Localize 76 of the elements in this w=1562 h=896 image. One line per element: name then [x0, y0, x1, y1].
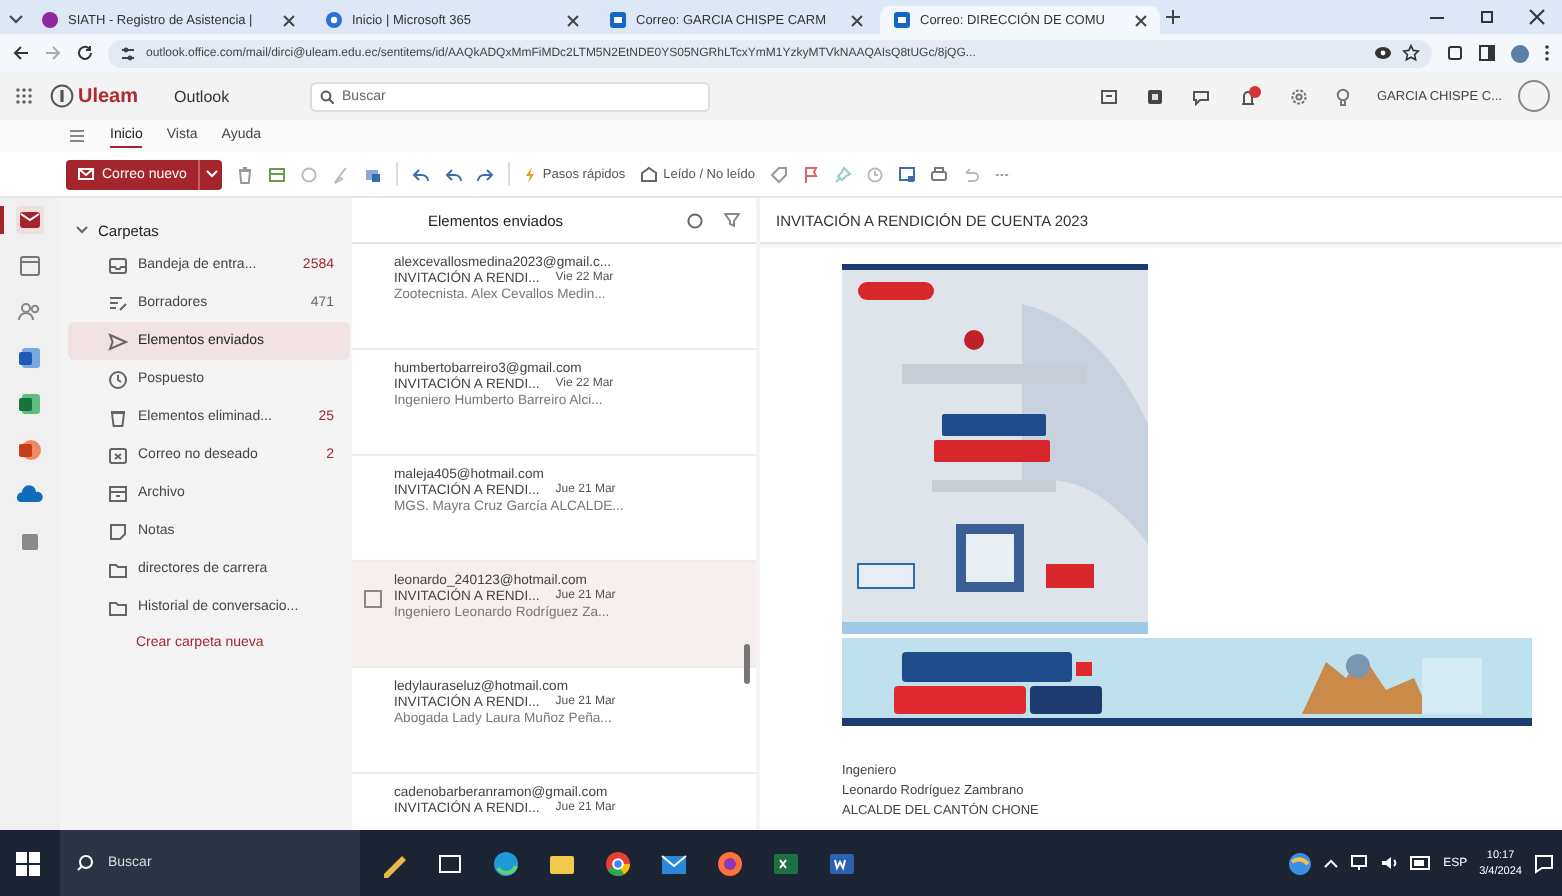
notifications-icon[interactable]	[1534, 853, 1554, 873]
close-icon[interactable]	[282, 13, 296, 27]
search-icon	[320, 89, 335, 103]
app-name: Outlook	[174, 87, 232, 105]
forward-icon[interactable]	[476, 165, 495, 183]
mail-icon	[78, 168, 94, 180]
chevron-icon[interactable]	[76, 224, 88, 236]
select-icon[interactable]	[686, 211, 704, 229]
people-icon[interactable]	[16, 298, 44, 326]
task-view-icon[interactable]	[436, 849, 464, 877]
junk-icon	[108, 445, 128, 465]
logo-icon	[50, 84, 74, 108]
scrollbar[interactable]	[744, 644, 750, 684]
lightbulb-icon[interactable]	[1335, 87, 1349, 105]
firefox-icon[interactable]	[716, 849, 744, 877]
more-icon[interactable]	[1544, 44, 1550, 62]
site-settings-icon[interactable]	[120, 45, 136, 61]
eye-icon[interactable]	[1374, 46, 1392, 60]
caret-icon[interactable]	[1323, 858, 1338, 868]
mail-icon	[892, 10, 912, 30]
filter-icon[interactable]	[724, 212, 740, 228]
chat-icon[interactable]	[1191, 87, 1209, 105]
powerpoint-icon[interactable]	[16, 436, 44, 464]
ring-icon	[324, 10, 344, 30]
star-icon[interactable]	[1402, 44, 1420, 62]
menu-icon[interactable]	[68, 128, 86, 144]
avatar[interactable]	[1518, 80, 1550, 112]
profile-icon[interactable]	[1510, 43, 1530, 63]
clock-icon	[108, 369, 128, 389]
calendar-icon[interactable]	[16, 252, 44, 280]
mail-icon[interactable]	[16, 206, 44, 234]
restore-icon[interactable]	[1478, 8, 1496, 26]
print-icon[interactable]	[929, 165, 948, 183]
logo-text: Uleam	[78, 85, 139, 107]
archive-icon	[108, 483, 128, 503]
move-icon[interactable]	[364, 165, 383, 183]
delete-icon[interactable]	[236, 165, 255, 183]
mail-icon[interactable]	[660, 849, 688, 877]
globe-icon[interactable]	[1287, 851, 1312, 875]
speaker-icon[interactable]	[1379, 854, 1398, 872]
lightning-icon	[524, 165, 537, 183]
dropdown-button[interactable]	[198, 159, 223, 189]
reload-icon[interactable]	[76, 44, 94, 62]
tab-menu-icon[interactable]	[8, 9, 24, 25]
new-tab-icon[interactable]	[1164, 8, 1182, 26]
tag-icon[interactable]	[769, 165, 788, 183]
checkbox[interactable]	[364, 590, 382, 608]
drafts-icon	[108, 293, 128, 313]
sent-icon	[108, 331, 128, 351]
extensions-icon[interactable]	[1446, 44, 1464, 62]
settings-icon[interactable]	[1289, 87, 1307, 105]
note-icon	[108, 521, 128, 541]
close-icon[interactable]	[566, 13, 580, 27]
close-icon[interactable]	[1528, 8, 1546, 26]
inbox-icon	[108, 255, 128, 275]
bell-icon[interactable]	[1237, 85, 1261, 107]
flag-icon[interactable]	[801, 165, 820, 183]
archive-icon[interactable]	[268, 165, 287, 183]
close-icon[interactable]	[850, 13, 864, 27]
reply-icon[interactable]	[412, 165, 431, 183]
windows-icon[interactable]	[16, 851, 40, 875]
excel-icon[interactable]	[772, 849, 800, 877]
search-icon	[76, 854, 94, 872]
battery-icon[interactable]	[1409, 856, 1432, 870]
word-icon[interactable]	[828, 849, 856, 877]
back-icon[interactable]	[12, 44, 30, 62]
caret-icon	[205, 170, 218, 178]
reply-all-icon[interactable]	[444, 165, 463, 183]
edge-icon[interactable]	[492, 849, 520, 877]
sidebar-icon[interactable]	[1478, 44, 1496, 62]
trash-icon	[108, 407, 128, 427]
network-icon[interactable]	[1349, 854, 1368, 872]
mail-icon	[608, 10, 628, 30]
app-launcher-icon[interactable]	[14, 86, 34, 106]
chrome-icon[interactable]	[604, 849, 632, 877]
close-icon[interactable]	[1134, 13, 1148, 27]
